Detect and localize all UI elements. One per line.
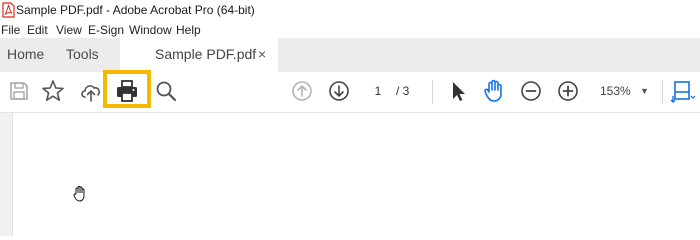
menu-window[interactable]: Window: [129, 23, 172, 37]
page-total: / 3: [396, 84, 410, 98]
title-bar: Sample PDF.pdf - Adobe Acrobat Pro (64-b…: [0, 0, 700, 20]
toolbar: 1 / 3 153% ▼: [0, 70, 700, 113]
hand-tool-button[interactable]: [481, 78, 507, 104]
toolbar-divider: [662, 80, 663, 104]
toolbar-divider: [432, 80, 433, 104]
menu-esign[interactable]: E-Sign: [88, 23, 124, 37]
pointer-icon: [453, 82, 465, 101]
arrow-down-icon: [329, 81, 349, 101]
tab-bar: Home Tools Sample PDF.pdf ×: [0, 38, 700, 73]
tab-close-button[interactable]: ×: [258, 38, 266, 70]
menu-file[interactable]: File: [1, 23, 20, 37]
hand-icon: [484, 79, 502, 102]
zoom-in-icon: [558, 81, 578, 101]
tab-document-label: Sample PDF.pdf: [155, 46, 257, 62]
tab-home[interactable]: Home: [7, 38, 44, 72]
page-fit-button[interactable]: [670, 78, 698, 104]
tab-tools[interactable]: Tools: [66, 38, 99, 72]
menu-edit[interactable]: Edit: [27, 23, 48, 37]
bookmark-star-button[interactable]: [40, 78, 66, 104]
save-icon: [10, 82, 28, 100]
save-button[interactable]: [6, 78, 32, 104]
zoom-out-icon: [521, 81, 541, 101]
search-zoom-icon: [156, 81, 177, 102]
next-page-button[interactable]: [326, 78, 352, 104]
page-fit-icon: [670, 81, 696, 103]
find-button[interactable]: [153, 78, 179, 104]
document-view[interactable]: [0, 113, 700, 236]
page-number-input[interactable]: 1: [366, 81, 390, 101]
chevron-down-icon[interactable]: ▼: [640, 81, 649, 101]
previous-page-button[interactable]: [289, 78, 315, 104]
navigation-pane-strip[interactable]: [0, 113, 13, 236]
arrow-up-icon: [292, 81, 312, 101]
menu-view[interactable]: View: [56, 23, 82, 37]
acrobat-logo-icon: [2, 2, 15, 18]
window-title: Sample PDF.pdf - Adobe Acrobat Pro (64-b…: [16, 3, 255, 17]
zoom-out-button[interactable]: [518, 78, 544, 104]
select-tool-button[interactable]: [444, 78, 470, 104]
menu-help[interactable]: Help: [176, 23, 201, 37]
zoom-level-select[interactable]: 153%: [600, 81, 631, 101]
tab-document[interactable]: Sample PDF.pdf ×: [120, 38, 278, 73]
menu-bar: File Edit View E-Sign Window Help: [0, 20, 700, 38]
upload-cloud-button[interactable]: [78, 78, 104, 104]
hand-cursor-icon: [73, 186, 85, 202]
print-highlight-box: [103, 70, 151, 108]
zoom-in-button[interactable]: [555, 78, 581, 104]
cloud-upload-icon: [81, 85, 101, 102]
star-icon: [42, 80, 64, 101]
